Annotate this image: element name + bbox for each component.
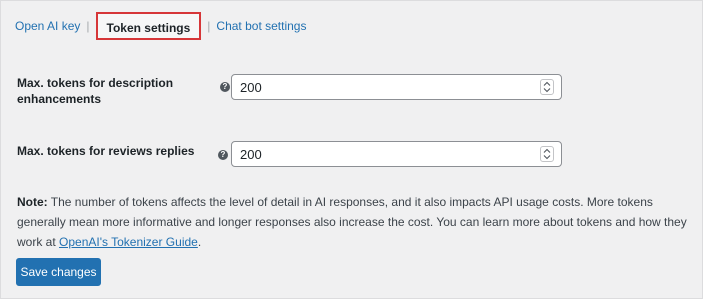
reviews-tokens-input[interactable]: 200 [231,141,562,167]
tab-separator: | [207,19,211,33]
tab-token-settings[interactable]: Token settings [95,12,202,40]
description-tokens-input[interactable]: 200 [231,74,562,100]
tokenizer-guide-link[interactable]: OpenAI's Tokenizer Guide [59,235,198,249]
help-icon[interactable]: ? [220,82,230,92]
settings-panel: Open AI key | Token settings | Chat bot … [0,0,703,299]
tokens-note: Note: The number of tokens affects the l… [17,192,697,252]
field-label-reviews: Max. tokens for reviews replies [17,144,195,158]
number-spinner-icon[interactable] [540,146,554,162]
tab-openai-key[interactable]: Open AI key [15,19,80,33]
reviews-tokens-value: 200 [240,147,262,162]
field-row-description: Max. tokens for description enhancements… [17,74,577,114]
field-row-reviews: Max. tokens for reviews replies ? 200 [17,141,577,171]
tab-separator: | [86,19,90,33]
note-suffix: . [197,235,202,249]
description-tokens-value: 200 [240,80,262,95]
note-prefix: Note: [17,195,48,209]
help-icon[interactable]: ? [218,150,228,160]
tab-chat-bot-settings[interactable]: Chat bot settings [216,19,306,33]
number-spinner-icon[interactable] [540,79,554,95]
tab-bar: Open AI key | Token settings | Chat bot … [15,11,306,41]
field-label-description: Max. tokens for description enhancements [17,76,174,106]
save-changes-button[interactable]: Save changes [16,258,101,286]
